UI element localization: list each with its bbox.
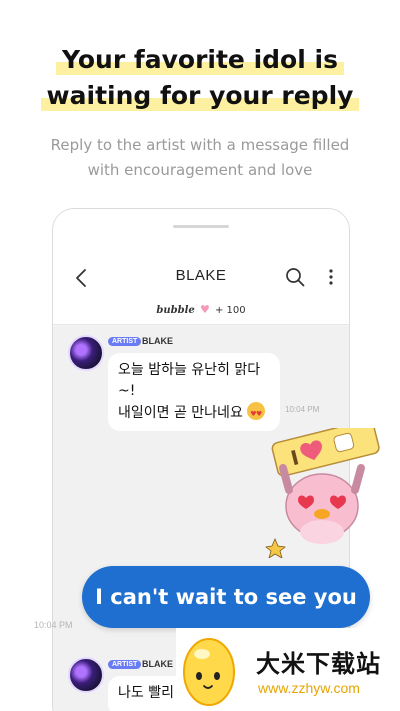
bubble-logo: bubble (156, 305, 195, 316)
phone-top-bezel (53, 209, 349, 245)
heart-eyes-emoji-icon (247, 402, 266, 425)
reply-time: 10:04 PM (34, 620, 73, 630)
message-text: 내일이면 곧 만나네요 (118, 405, 243, 421)
sticker-character: I (265, 428, 380, 558)
speaker-slot (173, 225, 229, 228)
headline-line-2: waiting for your reply (40, 78, 360, 114)
artist-badge: ARTIST (108, 337, 142, 346)
watermark-title: 大米下载站 (256, 650, 381, 678)
subtitle: Reply to the artist with a message fille… (0, 133, 400, 183)
reply-message-bubble[interactable]: I can't wait to see you (82, 566, 370, 628)
message-line: 오늘 밤하늘 유난히 맑다~! (118, 362, 261, 399)
search-icon[interactable] (285, 267, 305, 287)
message-bubble[interactable]: 오늘 밤하늘 유난히 맑다~! 내일이면 곧 만나네요 (108, 353, 280, 431)
bubble-counter: bubble ♥ + 100 (53, 303, 349, 316)
sender-name: BLAKE (142, 336, 173, 346)
headline-line-1: Your favorite idol is (56, 42, 344, 78)
heart-icon: ♥ (199, 303, 210, 316)
chat-header: BLAKE bubble ♥ + 100 (53, 245, 349, 325)
sender-name: BLAKE (142, 659, 173, 669)
artist-badge: ARTIST (108, 660, 142, 669)
message-line: 내일이면 곧 만나네요 (118, 402, 270, 425)
site-watermark: 大米下载站 www.zzhyw.com (176, 628, 400, 711)
avatar[interactable] (68, 335, 104, 371)
subtitle-line-2: with encouragement and love (87, 161, 313, 179)
egg-logo-icon (183, 638, 235, 706)
avatar[interactable] (68, 657, 104, 693)
headline: Your favorite idol is waiting for your r… (0, 42, 400, 114)
more-vertical-icon[interactable] (327, 267, 335, 287)
watermark-url: www.zzhyw.com (258, 680, 360, 696)
bubble-count: + 100 (215, 305, 246, 316)
message-time: 10:04 PM (285, 405, 320, 414)
subtitle-line-1: Reply to the artist with a message fille… (50, 136, 350, 154)
